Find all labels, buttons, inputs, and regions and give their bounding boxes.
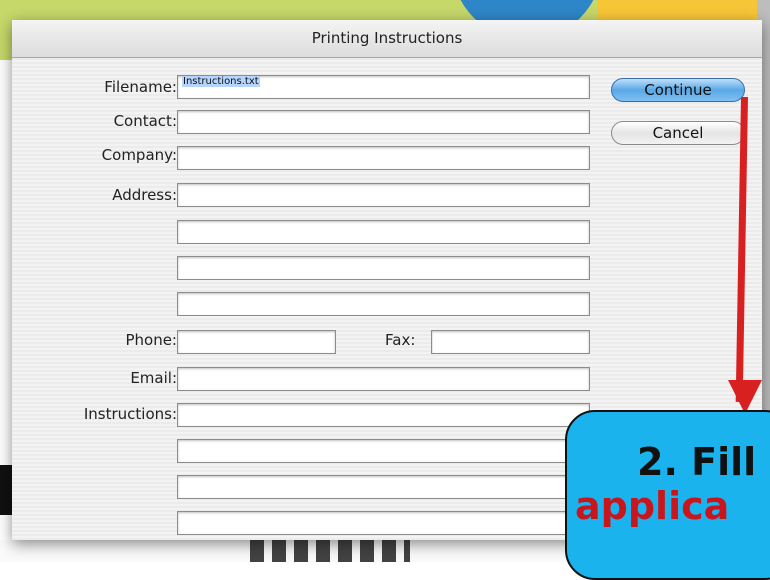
instructions-field-1[interactable]: [177, 403, 590, 427]
address-field-1[interactable]: [177, 183, 590, 207]
company-field[interactable]: [177, 146, 590, 170]
company-label: Company:: [101, 146, 177, 164]
contact-field[interactable]: [177, 110, 590, 134]
background-partial-text: [250, 540, 410, 562]
address-field-4[interactable]: [177, 292, 590, 316]
instructions-label: Instructions:: [83, 405, 177, 423]
address-label: Address:: [112, 186, 177, 204]
cancel-button[interactable]: Cancel: [611, 121, 745, 145]
dialog-titlebar: Printing Instructions: [12, 20, 762, 58]
annotation-callout: 2. Fill applica: [565, 410, 770, 580]
annotation-arrow-head: [728, 380, 762, 414]
instructions-field-2[interactable]: [177, 439, 590, 463]
phone-field[interactable]: [177, 330, 336, 354]
fax-label: Fax:: [385, 331, 416, 349]
callout-step-text: 2. Fill: [637, 440, 757, 484]
address-field-2[interactable]: [177, 220, 590, 244]
instructions-field-3[interactable]: [177, 475, 590, 499]
contact-label: Contact:: [113, 112, 177, 130]
dialog-title: Printing Instructions: [311, 29, 463, 47]
instructions-field-4[interactable]: [177, 511, 590, 535]
email-field[interactable]: [177, 367, 590, 391]
filename-label: Filename:: [104, 78, 177, 96]
email-label: Email:: [130, 369, 177, 387]
phone-label: Phone:: [125, 331, 177, 349]
callout-detail-text: applica: [575, 484, 730, 528]
fax-field[interactable]: [431, 330, 590, 354]
address-field-3[interactable]: [177, 256, 590, 280]
filename-field[interactable]: Instructions.txt: [177, 75, 590, 99]
filename-value: Instructions.txt: [182, 76, 260, 87]
continue-button[interactable]: Continue: [611, 78, 745, 102]
